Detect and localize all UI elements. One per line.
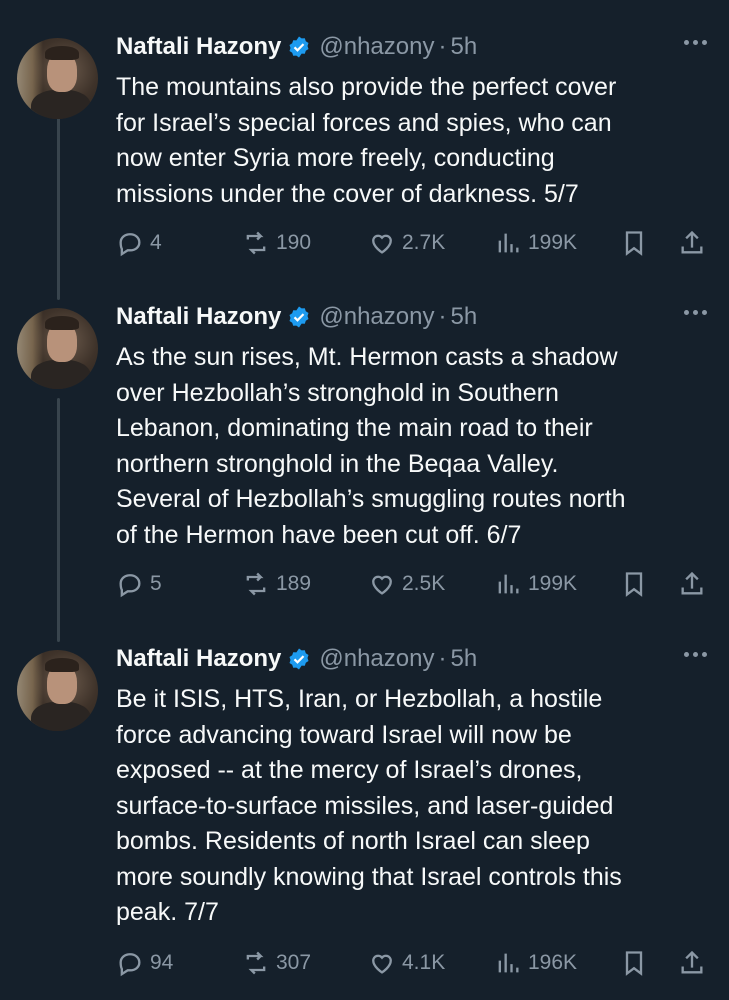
bookmark-icon (625, 951, 643, 976)
views-count: 196K (528, 951, 578, 974)
like-count: 2.7K (402, 231, 446, 254)
views-button[interactable]: 196K (494, 948, 577, 978)
like-icon (372, 954, 392, 974)
tweet-header: Naftali Hazony @nhazony · 5h (116, 30, 477, 64)
avatar[interactable] (17, 308, 98, 389)
separator: · (438, 33, 447, 60)
avatar[interactable] (17, 38, 98, 119)
tweet-text: Be it ISIS, HTS, Iran, or Hezbollah, a h… (116, 685, 622, 926)
reply-count: 94 (150, 951, 174, 974)
bookmark-button[interactable] (620, 948, 648, 978)
like-button[interactable]: 2.7K (368, 228, 445, 258)
more-icon[interactable] (684, 652, 707, 657)
repost-button[interactable]: 189 (242, 569, 311, 599)
more-icon[interactable] (684, 310, 707, 315)
author-handle[interactable]: @nhazony (319, 645, 434, 673)
like-count: 4.1K (402, 951, 446, 974)
like-icon (372, 234, 392, 254)
repost-count: 307 (276, 951, 312, 974)
thread-line (57, 108, 60, 300)
views-icon (498, 574, 519, 594)
author-handle[interactable]: @nhazony (319, 33, 434, 61)
repost-icon (246, 951, 266, 975)
bookmark-icon (625, 572, 643, 597)
views-icon (498, 953, 519, 973)
share-button[interactable] (678, 948, 706, 978)
repost-count: 190 (276, 231, 312, 254)
repost-button[interactable]: 307 (242, 948, 311, 978)
views-count: 199K (528, 572, 578, 595)
repost-button[interactable]: 190 (242, 228, 311, 258)
share-button[interactable] (678, 228, 706, 258)
action-bar: 5 189 2.5K 199K (116, 569, 716, 599)
reply-count: 5 (150, 572, 162, 595)
share-icon (681, 571, 703, 595)
views-count: 199K (528, 231, 578, 254)
like-icon (372, 575, 392, 595)
thread-line (57, 398, 60, 642)
like-button[interactable]: 2.5K (368, 569, 445, 599)
share-button[interactable] (678, 569, 706, 599)
separator: · (438, 645, 447, 672)
repost-icon (246, 572, 266, 596)
tweet-header: Naftali Hazony @nhazony · 5h (116, 642, 477, 676)
tweet-text: As the sun rises, Mt. Hermon casts a sha… (116, 343, 626, 549)
reply-icon (119, 574, 141, 598)
reply-button[interactable]: 94 (116, 948, 173, 978)
reply-icon (119, 953, 141, 977)
share-icon (681, 230, 703, 254)
bookmark-button[interactable] (620, 569, 648, 599)
bookmark-icon (625, 231, 643, 256)
reply-icon (119, 233, 141, 257)
like-count: 2.5K (402, 572, 446, 595)
tweet-text: The mountains also provide the perfect c… (116, 73, 617, 208)
verified-badge-icon (289, 306, 309, 328)
share-icon (681, 950, 703, 974)
author-name[interactable]: Naftali Hazony (116, 645, 281, 673)
views-button[interactable]: 199K (494, 569, 577, 599)
tweet-header: Naftali Hazony @nhazony · 5h (116, 300, 477, 334)
reply-button[interactable]: 4 (116, 228, 162, 258)
reply-count: 4 (150, 231, 162, 254)
verified-badge-icon (289, 648, 309, 670)
verified-badge-icon (289, 36, 309, 58)
action-bar: 94 307 4.1K 196K (116, 948, 716, 978)
author-handle[interactable]: @nhazony (319, 303, 434, 331)
avatar[interactable] (17, 650, 98, 731)
action-bar: 4 190 2.7K 199K (116, 228, 716, 258)
repost-count: 189 (276, 572, 312, 595)
separator: · (438, 303, 447, 330)
author-name[interactable]: Naftali Hazony (116, 303, 281, 331)
timestamp[interactable]: 5h (450, 303, 477, 331)
views-button[interactable]: 199K (494, 228, 577, 258)
repost-icon (246, 231, 266, 255)
reply-button[interactable]: 5 (116, 569, 162, 599)
timestamp[interactable]: 5h (450, 645, 477, 673)
bookmark-button[interactable] (620, 228, 648, 258)
views-icon (498, 233, 519, 253)
author-name[interactable]: Naftali Hazony (116, 33, 281, 61)
timestamp[interactable]: 5h (450, 33, 477, 61)
more-icon[interactable] (684, 40, 707, 45)
like-button[interactable]: 4.1K (368, 948, 445, 978)
